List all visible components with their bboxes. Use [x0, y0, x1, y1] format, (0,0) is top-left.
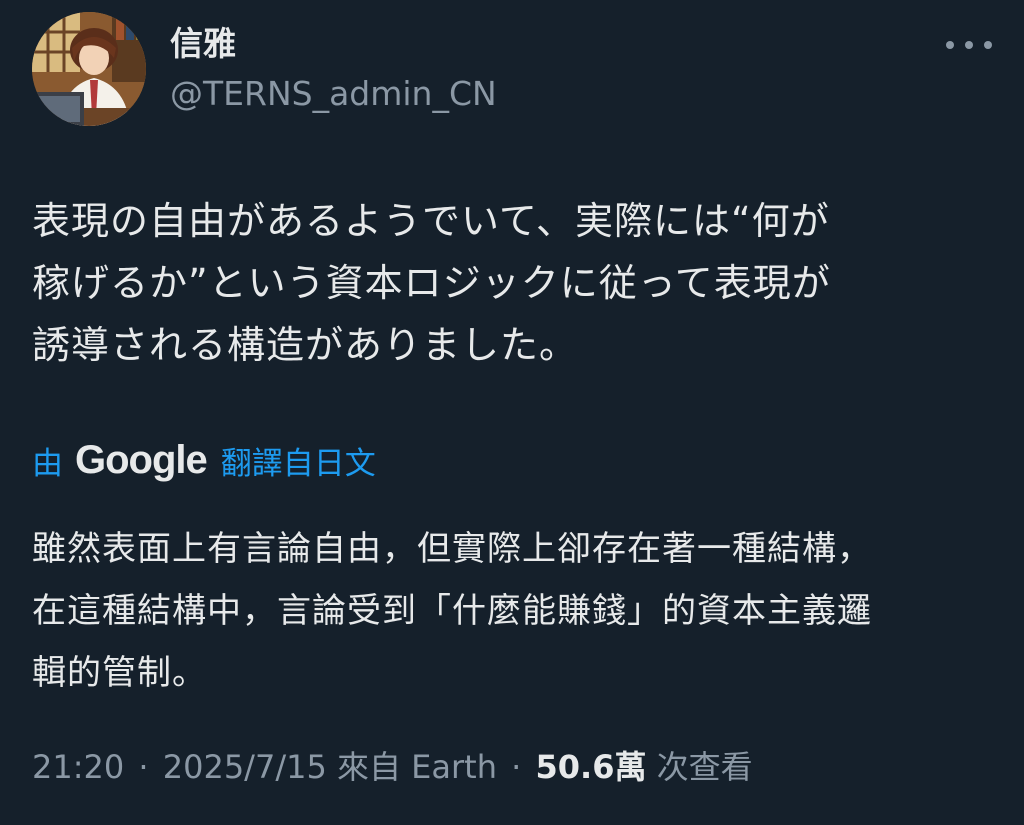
translated-text-line: 輯的管制。: [32, 653, 207, 693]
separator-dot: ·: [138, 748, 149, 786]
translation-source-language[interactable]: 翻譯自日文: [221, 438, 376, 483]
tweet-date[interactable]: 2025/7/15: [163, 748, 327, 786]
translated-text-line: 在這種結構中，言論受到「什麼能賺錢」的資本主義邏: [32, 591, 872, 631]
avatar[interactable]: [32, 12, 146, 126]
tweet-text-line: 表現の自由があるようでいて、実際には“何が: [32, 199, 830, 243]
translated-text: 雖然表面上有言論自由，但實際上卻存在著一種結構， 在這種結構中，言論受到「什麼能…: [32, 518, 992, 704]
more-horizontal-icon: [984, 41, 992, 49]
views-label: 次查看: [656, 748, 753, 786]
author-handle[interactable]: @TERNS_admin_CN: [170, 72, 497, 116]
author-display-name[interactable]: 信雅: [170, 22, 236, 66]
translation-by-label: 由: [32, 445, 63, 482]
translation-attribution[interactable]: 由 Google 翻譯自日文: [32, 432, 376, 488]
tweet-metadata: 21:20 · 2025/7/15 來自 Earth · 50.6萬 次查看: [32, 744, 753, 790]
tweet-text-line: 誘導される構造がありました。: [32, 323, 579, 367]
google-logo: Google: [75, 437, 208, 482]
avatar-illustration-icon: [32, 12, 146, 126]
tweet-time[interactable]: 21:20: [32, 748, 124, 786]
separator-dot: ·: [511, 748, 522, 786]
tweet: 信雅 @TERNS_admin_CN 表現の自由があるようでいて、実際には“何が…: [0, 0, 1024, 825]
views-count[interactable]: 50.6萬: [536, 748, 647, 786]
tweet-source: 來自 Earth: [336, 748, 497, 786]
tweet-text: 表現の自由があるようでいて、実際には“何が 稼げるか”という資本ロジックに従って…: [32, 190, 992, 376]
more-horizontal-icon: [946, 41, 954, 49]
more-horizontal-icon: [965, 41, 973, 49]
more-options-button[interactable]: [946, 30, 992, 60]
translated-text-line: 雖然表面上有言論自由，但實際上卻存在著一種結構，: [32, 529, 872, 569]
tweet-text-line: 稼げるか”という資本ロジックに従って表現が: [32, 261, 831, 305]
